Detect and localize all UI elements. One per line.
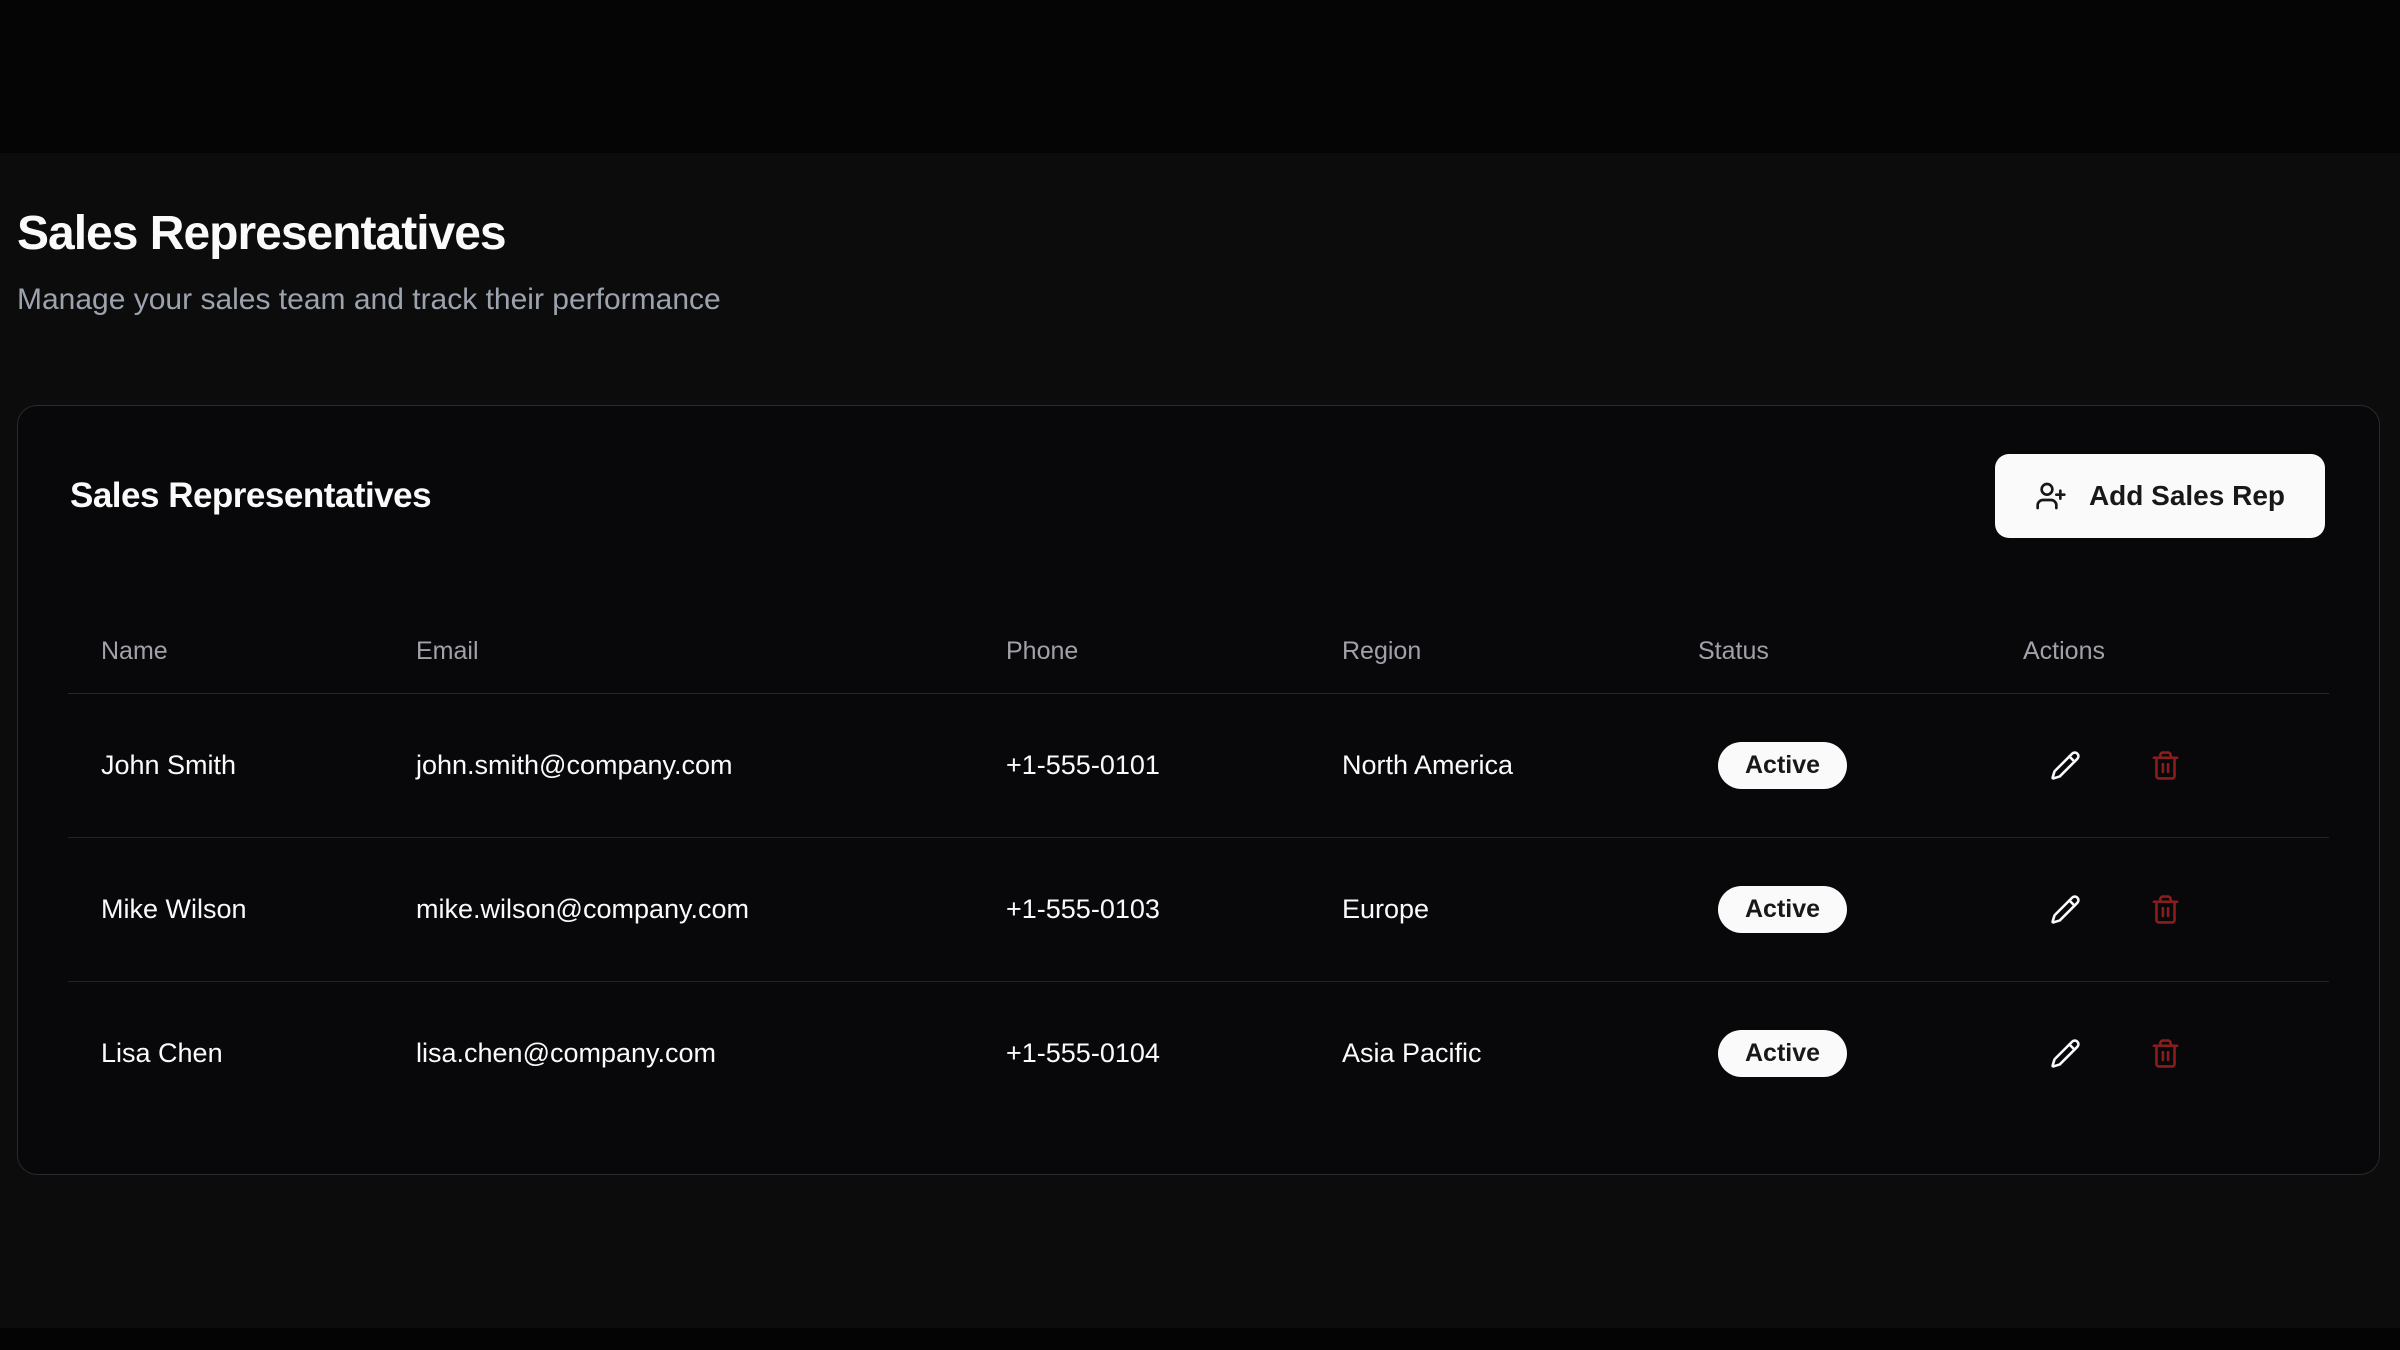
sales-reps-card: Sales Representatives Add Sales Rep Name… — [17, 405, 2380, 1175]
bottom-chrome-band — [0, 1328, 2400, 1350]
edit-button[interactable] — [2043, 744, 2087, 788]
rep-region: Europe — [1309, 894, 1665, 925]
rep-actions-cell — [1990, 1031, 2329, 1075]
delete-button[interactable] — [2143, 888, 2187, 932]
table-row: Mike Wilson mike.wilson@company.com +1-5… — [68, 838, 2329, 982]
pencil-icon — [2050, 894, 2081, 925]
rep-phone: +1-555-0103 — [973, 894, 1309, 925]
column-header-status: Status — [1665, 637, 1990, 666]
rep-region: North America — [1309, 750, 1665, 781]
delete-button[interactable] — [2143, 1031, 2187, 1075]
page-title: Sales Representatives — [17, 204, 2383, 264]
column-header-region: Region — [1309, 637, 1665, 666]
rep-name: Mike Wilson — [68, 894, 383, 925]
status-badge: Active — [1718, 742, 1847, 789]
rep-actions-cell — [1990, 888, 2329, 932]
column-header-phone: Phone — [973, 637, 1309, 666]
trash-icon — [2150, 1038, 2181, 1069]
edit-button[interactable] — [2043, 888, 2087, 932]
status-badge: Active — [1718, 1030, 1847, 1077]
column-header-email: Email — [383, 637, 973, 666]
add-sales-rep-button[interactable]: Add Sales Rep — [1995, 454, 2325, 538]
trash-icon — [2150, 750, 2181, 781]
delete-button[interactable] — [2143, 744, 2187, 788]
rep-status-cell: Active — [1665, 1030, 1990, 1077]
rep-email: mike.wilson@company.com — [383, 894, 973, 925]
page-subtitle: Manage your sales team and track their p… — [17, 280, 2383, 319]
add-button-label: Add Sales Rep — [2089, 480, 2285, 512]
rep-phone: +1-555-0104 — [973, 1038, 1309, 1069]
sales-reps-table: Name Email Phone Region Status Actions J… — [68, 610, 2329, 1124]
pencil-icon — [2050, 1038, 2081, 1069]
pencil-icon — [2050, 750, 2081, 781]
rep-name: Lisa Chen — [68, 1038, 383, 1069]
rep-region: Asia Pacific — [1309, 1038, 1665, 1069]
card-header: Sales Representatives Add Sales Rep — [18, 406, 2379, 538]
table-row: John Smith john.smith@company.com +1-555… — [68, 694, 2329, 838]
edit-button[interactable] — [2043, 1031, 2087, 1075]
rep-status-cell: Active — [1665, 886, 1990, 933]
user-plus-icon — [2035, 480, 2067, 512]
rep-email: lisa.chen@company.com — [383, 1038, 973, 1069]
trash-icon — [2150, 894, 2181, 925]
column-header-actions: Actions — [1990, 637, 2329, 666]
column-header-name: Name — [68, 637, 383, 666]
rep-status-cell: Active — [1665, 742, 1990, 789]
status-badge: Active — [1718, 886, 1847, 933]
main-content: Sales Representatives Manage your sales … — [0, 0, 2400, 1175]
card-title: Sales Representatives — [70, 476, 431, 516]
rep-email: john.smith@company.com — [383, 750, 973, 781]
rep-name: John Smith — [68, 750, 383, 781]
rep-actions-cell — [1990, 744, 2329, 788]
table-row: Lisa Chen lisa.chen@company.com +1-555-0… — [68, 982, 2329, 1124]
table-header-row: Name Email Phone Region Status Actions — [68, 610, 2329, 694]
rep-phone: +1-555-0101 — [973, 750, 1309, 781]
